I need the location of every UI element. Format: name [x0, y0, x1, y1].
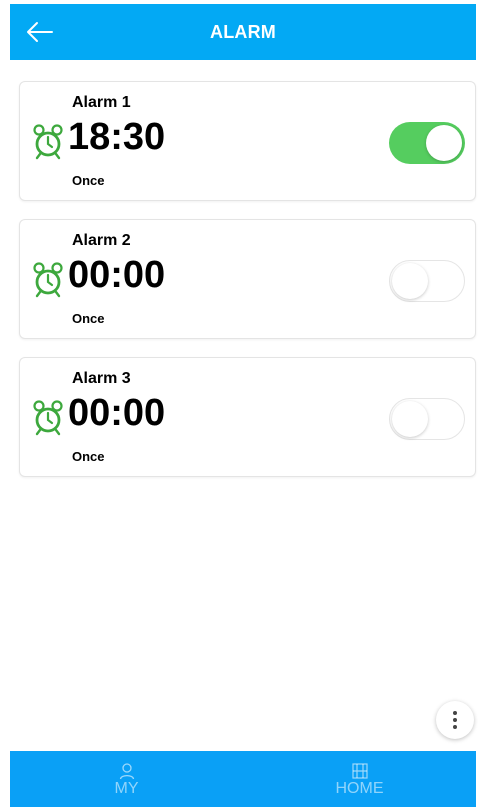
alarm-name: Alarm 2: [72, 232, 131, 249]
alarm-clock-icon: [33, 400, 63, 436]
alarm-repeat: Once: [72, 449, 105, 464]
alarm-time: 00:00: [68, 254, 166, 296]
top-app-bar: ALARM: [10, 4, 476, 60]
alarm-name: Alarm 1: [72, 94, 131, 111]
alarm-list: Alarm 1 18:30 Once Alarm 2 00:00 Once Al…: [19, 81, 476, 495]
alarm-card-1[interactable]: Alarm 1 18:30 Once: [19, 81, 476, 201]
toggle-knob: [426, 125, 462, 161]
alarm-repeat: Once: [72, 173, 105, 188]
alarm-3-toggle[interactable]: [389, 398, 465, 440]
nav-label: MY: [114, 779, 139, 797]
nav-item-my[interactable]: MY: [10, 751, 243, 807]
alarm-clock-icon: [33, 124, 63, 160]
more-vertical-icon: [453, 711, 457, 729]
toggle-knob: [392, 263, 428, 299]
alarm-card-2[interactable]: Alarm 2 00:00 Once: [19, 219, 476, 339]
alarm-1-toggle[interactable]: [389, 122, 465, 164]
alarm-name: Alarm 3: [72, 370, 131, 387]
home-map-icon: [351, 762, 368, 779]
alarm-card-3[interactable]: Alarm 3 00:00 Once: [19, 357, 476, 477]
page-title: ALARM: [210, 21, 276, 42]
alarm-time: 00:00: [68, 392, 166, 434]
nav-label: HOME: [335, 779, 384, 797]
alarm-repeat: Once: [72, 311, 105, 326]
toggle-knob: [392, 401, 428, 437]
bottom-navigation: MY HOME: [10, 751, 476, 807]
more-options-button[interactable]: [436, 701, 474, 739]
alarm-2-toggle[interactable]: [389, 260, 465, 302]
person-icon: [119, 762, 134, 779]
alarm-time: 18:30: [68, 116, 166, 158]
arrow-left-icon[interactable]: [24, 18, 56, 46]
nav-item-home[interactable]: HOME: [243, 751, 476, 807]
alarm-clock-icon: [33, 262, 63, 298]
